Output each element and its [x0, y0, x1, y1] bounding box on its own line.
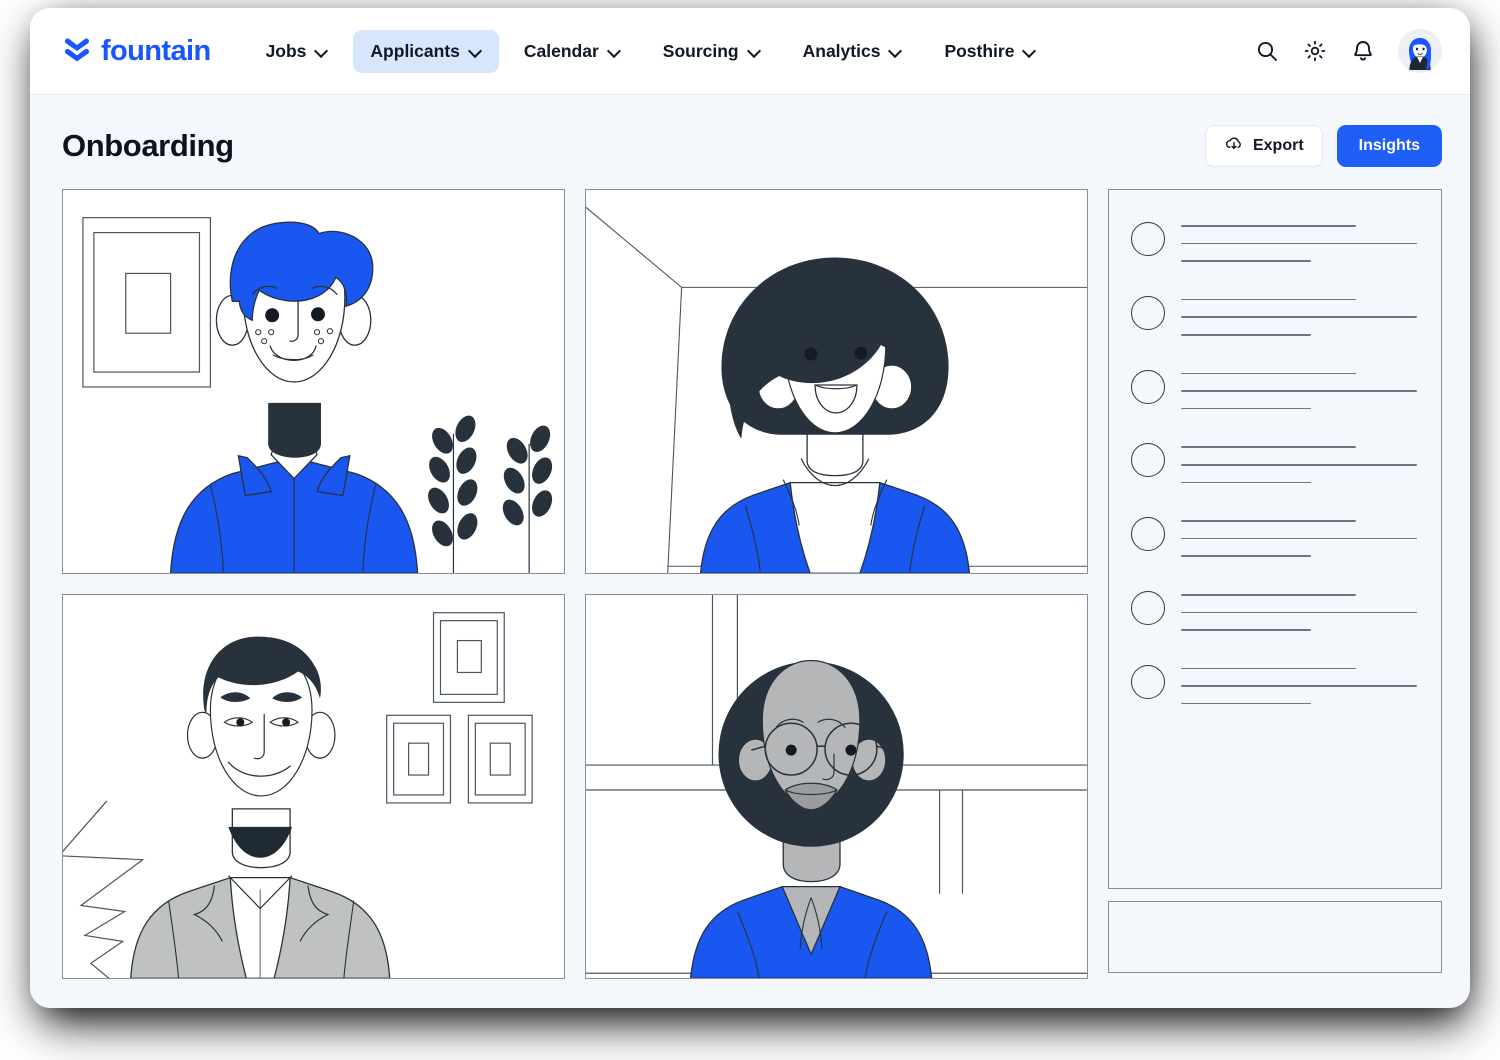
list-item[interactable] — [1131, 364, 1417, 410]
skeleton-line — [1181, 629, 1311, 631]
skeleton-line — [1181, 372, 1356, 375]
skeleton-line — [1181, 390, 1417, 392]
cloud-download-icon — [1224, 134, 1244, 159]
video-tile-participant-2[interactable] — [585, 189, 1088, 574]
gear-icon[interactable] — [1302, 38, 1328, 64]
list-item[interactable] — [1131, 290, 1417, 336]
empty-radio-icon[interactable] — [1131, 295, 1165, 330]
chevron-down-icon — [608, 45, 621, 58]
export-button[interactable]: Export — [1204, 125, 1323, 167]
page-title: Onboarding — [62, 128, 234, 163]
skeleton-line — [1181, 242, 1417, 245]
export-button-label: Export — [1252, 137, 1304, 154]
list-item[interactable] — [1131, 216, 1417, 262]
skeleton-line — [1181, 555, 1311, 557]
empty-radio-icon[interactable] — [1131, 590, 1165, 625]
brand-name: fountain — [101, 34, 211, 67]
video-tile-participant-4[interactable] — [585, 594, 1088, 979]
nav-items: Jobs Applicants Calendar Sourcing Analyt… — [249, 29, 1236, 73]
list-item-lines — [1181, 216, 1417, 262]
skeleton-line — [1181, 333, 1311, 336]
fountain-logo-icon — [62, 34, 92, 69]
screenshot-stage: fountain Jobs Applicants Calendar Sourci… — [0, 0, 1500, 1060]
video-tile-participant-3[interactable] — [62, 594, 565, 979]
list-item[interactable] — [1131, 585, 1417, 631]
nav-item-label: Calendar — [523, 40, 599, 61]
skeleton-line — [1181, 446, 1356, 448]
skeleton-line — [1181, 537, 1417, 540]
nav-item-label: Posthire — [944, 40, 1015, 61]
nav-item-label: Analytics — [802, 40, 881, 61]
skeleton-line — [1181, 407, 1311, 410]
illustration-woman-afro-glasses — [586, 595, 1087, 978]
placeholder-checklist — [1108, 189, 1442, 889]
list-item-lines — [1181, 290, 1417, 336]
illustration-man-blue-hair — [63, 190, 564, 573]
chevron-down-icon — [315, 45, 328, 58]
list-item[interactable] — [1131, 437, 1417, 484]
empty-radio-icon[interactable] — [1131, 517, 1165, 552]
skeleton-line — [1181, 225, 1356, 227]
nav-item-jobs[interactable]: Jobs — [249, 30, 346, 73]
insights-button[interactable]: Insights — [1336, 125, 1442, 167]
nav-item-sourcing[interactable]: Sourcing — [646, 30, 778, 73]
bell-icon[interactable] — [1350, 38, 1376, 64]
skeleton-line — [1181, 611, 1417, 614]
chevron-down-icon — [748, 45, 761, 58]
skeleton-line — [1181, 463, 1417, 466]
empty-radio-icon[interactable] — [1131, 369, 1165, 404]
skeleton-line — [1181, 316, 1417, 318]
nav-item-applicants[interactable]: Applicants — [353, 29, 499, 73]
list-item[interactable] — [1131, 659, 1417, 705]
nav-item-posthire[interactable]: Posthire — [927, 30, 1053, 73]
list-item-lines — [1181, 364, 1417, 410]
skeleton-line — [1181, 593, 1356, 596]
list-item-lines — [1181, 437, 1417, 484]
chevron-down-icon — [1023, 45, 1036, 58]
search-icon[interactable] — [1254, 38, 1280, 64]
nav-item-label: Applicants — [370, 40, 460, 61]
empty-radio-icon[interactable] — [1131, 222, 1165, 256]
video-tile-grid — [62, 189, 1088, 979]
empty-radio-icon[interactable] — [1131, 443, 1165, 478]
nav-item-label: Jobs — [265, 40, 307, 61]
chevron-down-icon — [469, 45, 482, 58]
list-item-lines — [1181, 585, 1417, 631]
skeleton-line — [1181, 685, 1417, 687]
avatar[interactable] — [1398, 29, 1442, 73]
insights-button-label: Insights — [1358, 137, 1420, 154]
list-item[interactable] — [1131, 511, 1417, 557]
page-header: Onboarding Export Insights — [30, 95, 1470, 189]
illustration-man-gray-suit — [63, 595, 564, 978]
list-item-lines — [1181, 659, 1417, 705]
nav-item-analytics[interactable]: Analytics — [786, 30, 920, 73]
top-navigation-bar: fountain Jobs Applicants Calendar Sourci… — [30, 8, 1470, 95]
empty-radio-icon[interactable] — [1131, 664, 1165, 699]
illustration-woman-dark-bob — [586, 190, 1087, 573]
empty-placeholder-panel — [1108, 901, 1442, 973]
nav-item-calendar[interactable]: Calendar — [507, 30, 638, 73]
skeleton-line — [1181, 702, 1311, 705]
right-sidebar — [1108, 189, 1442, 979]
video-tile-participant-1[interactable] — [62, 189, 565, 574]
header-actions: Export Insights — [1204, 125, 1442, 167]
skeleton-line — [1181, 520, 1356, 522]
app-window: fountain Jobs Applicants Calendar Sourci… — [30, 8, 1470, 1008]
skeleton-line — [1181, 481, 1311, 484]
chevron-down-icon — [889, 45, 902, 58]
main-content — [30, 189, 1470, 979]
nav-tools — [1254, 29, 1442, 73]
brand-logo[interactable]: fountain — [62, 34, 211, 69]
list-item-lines — [1181, 511, 1417, 557]
skeleton-line — [1181, 667, 1356, 670]
nav-item-label: Sourcing — [662, 40, 739, 61]
skeleton-line — [1181, 298, 1356, 301]
skeleton-line — [1181, 260, 1311, 262]
